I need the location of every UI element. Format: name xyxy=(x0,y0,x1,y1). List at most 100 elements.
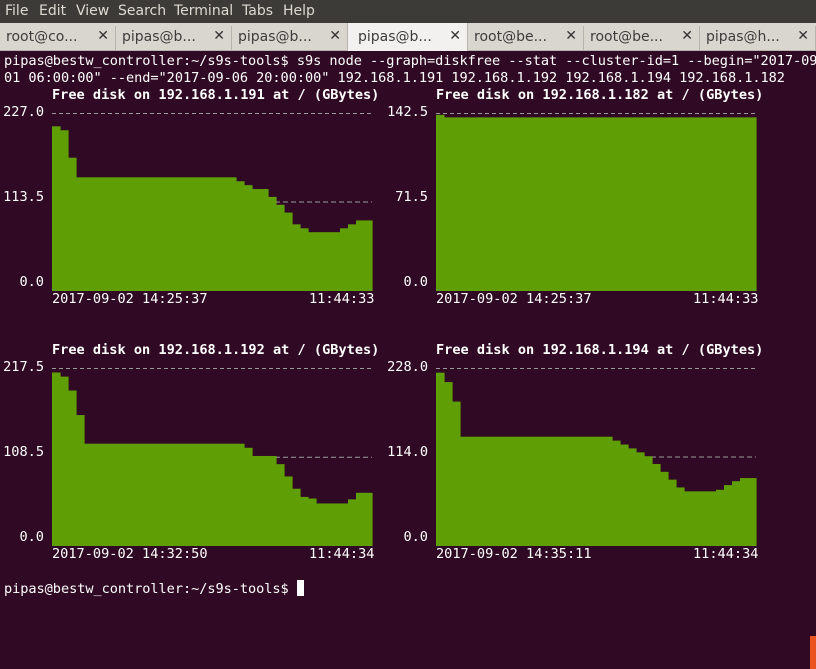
x-start-label: 2017-09-02 14:25:37 xyxy=(52,291,208,307)
close-icon[interactable]: ✕ xyxy=(329,28,341,44)
data-bar xyxy=(508,117,517,292)
prompt-line[interactable]: pipas@bestw_controller:~/s9s-tools$ xyxy=(4,580,304,597)
data-bar xyxy=(180,177,189,291)
data-bar xyxy=(476,117,485,292)
data-bar xyxy=(468,436,477,546)
data-bar xyxy=(300,228,309,291)
data-bar xyxy=(252,455,261,546)
data-bar xyxy=(132,443,141,546)
data-bar xyxy=(76,415,85,546)
y-tick-min: 0.0 xyxy=(403,529,428,545)
data-bar xyxy=(324,232,333,291)
menu-edit[interactable]: Edit xyxy=(39,3,66,19)
tab-label: pipas@b... xyxy=(358,29,432,45)
close-icon[interactable]: ✕ xyxy=(97,28,109,44)
data-bar xyxy=(140,177,149,291)
data-bar xyxy=(564,117,573,292)
tab-2[interactable]: pipas@b... ✕ xyxy=(116,26,232,50)
disk-chart-194 xyxy=(436,368,757,546)
data-bar xyxy=(732,481,741,546)
data-bar xyxy=(140,443,149,546)
data-bar xyxy=(660,117,669,292)
x-end-label: 11:44:34 xyxy=(693,546,759,562)
data-bar xyxy=(540,117,549,292)
tab-label: root@co... xyxy=(6,29,78,45)
data-bar xyxy=(580,436,589,546)
data-bar xyxy=(108,443,117,546)
data-bar xyxy=(212,443,221,546)
data-bar xyxy=(700,117,709,292)
menu-search[interactable]: Search xyxy=(118,3,166,19)
data-bar xyxy=(156,443,165,546)
data-bar xyxy=(244,185,253,291)
data-bar xyxy=(588,436,597,546)
tab-1[interactable]: root@co... ✕ xyxy=(0,26,116,50)
close-icon[interactable]: ✕ xyxy=(449,28,461,44)
close-icon[interactable]: ✕ xyxy=(565,28,577,44)
data-bar xyxy=(116,177,125,291)
data-bar xyxy=(172,443,181,546)
data-bar xyxy=(284,476,293,546)
menu-help[interactable]: Help xyxy=(283,3,315,19)
data-bar xyxy=(124,177,133,291)
data-bar xyxy=(604,117,613,292)
data-bar xyxy=(588,117,597,292)
tab-6[interactable]: root@be... ✕ xyxy=(584,26,700,50)
data-bar xyxy=(364,492,373,546)
terminal-area[interactable]: pipas@bestw_controller:~/s9s-tools$ s9s … xyxy=(0,51,816,669)
chart-title: Free disk on 192.168.1.191 at / (GBytes) xyxy=(52,87,380,103)
tab-7[interactable]: pipas@h... ✕ xyxy=(700,26,816,50)
menu-tabs[interactable]: Tabs xyxy=(242,3,273,19)
data-bar xyxy=(524,436,533,546)
x-start-label: 2017-09-02 14:25:37 xyxy=(436,291,592,307)
data-bar xyxy=(148,177,157,291)
disk-chart-192 xyxy=(52,368,373,546)
data-bar xyxy=(492,436,501,546)
menu-file[interactable]: File xyxy=(5,3,28,19)
tab-3[interactable]: pipas@b... ✕ xyxy=(232,26,348,50)
y-tick-max: 228.0 xyxy=(387,359,428,375)
tab-5[interactable]: root@be... ✕ xyxy=(468,26,584,50)
data-bar xyxy=(676,117,685,292)
data-bar xyxy=(84,443,93,546)
data-bar xyxy=(676,487,685,546)
menu-terminal[interactable]: Terminal xyxy=(174,3,233,19)
data-bar xyxy=(316,232,325,291)
data-bar xyxy=(708,117,717,292)
data-bar xyxy=(700,491,709,546)
scroll-indicator[interactable] xyxy=(810,636,816,669)
data-bar xyxy=(244,447,253,546)
data-bar xyxy=(52,372,61,546)
data-bar xyxy=(284,212,293,291)
data-bar xyxy=(636,452,645,546)
tab-4-active[interactable]: pipas@b... ✕ xyxy=(347,23,468,51)
data-bar xyxy=(556,436,565,546)
data-bar xyxy=(252,189,261,291)
close-icon[interactable]: ✕ xyxy=(797,28,809,44)
data-bar xyxy=(164,443,173,546)
close-icon[interactable]: ✕ xyxy=(681,28,693,44)
data-bar xyxy=(644,456,653,546)
data-bar xyxy=(532,436,541,546)
data-bar xyxy=(172,177,181,291)
data-bar xyxy=(636,117,645,292)
menu-view[interactable]: View xyxy=(76,3,109,19)
tab-label: pipas@b... xyxy=(238,29,312,45)
data-bar xyxy=(268,455,277,546)
data-bar xyxy=(492,117,501,292)
tab-bar: root@co... ✕ pipas@b... ✕ pipas@b... ✕ p… xyxy=(0,23,816,51)
close-icon[interactable]: ✕ xyxy=(213,28,225,44)
data-bar xyxy=(444,382,453,546)
data-bar xyxy=(556,117,565,292)
data-bar xyxy=(228,177,237,291)
data-bar xyxy=(668,479,677,546)
data-bar xyxy=(748,117,757,292)
data-bar xyxy=(236,443,245,546)
data-bar xyxy=(548,117,557,292)
data-bar xyxy=(524,117,533,292)
data-bar xyxy=(132,177,141,291)
data-bar xyxy=(516,436,525,546)
data-bar xyxy=(580,117,589,292)
data-bar xyxy=(220,177,229,291)
x-start-label: 2017-09-02 14:32:50 xyxy=(52,546,208,562)
